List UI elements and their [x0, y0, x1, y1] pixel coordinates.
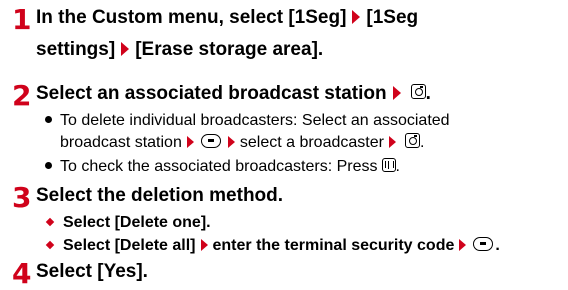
step-text-part: . — [425, 83, 431, 104]
phonebook-key-icon — [381, 157, 396, 172]
option-item: Select [Delete all] enter the terminal se… — [45, 236, 500, 256]
step-number: 4 — [12, 257, 32, 290]
diamond-bullet-icon — [45, 217, 55, 227]
arrow-icon — [392, 85, 401, 100]
step-number: 3 — [12, 181, 32, 214]
step-number: 1 — [12, 3, 32, 36]
bullet-icon — [45, 162, 52, 170]
step-text-part: [Erase storage area]. — [135, 39, 324, 60]
step-text: In the Custom menu, select [1Seg] [1Seg — [36, 6, 418, 30]
arrow-icon — [388, 135, 396, 148]
camera-key-icon — [410, 84, 426, 100]
step-text: settings] [Erase storage area]. — [36, 38, 323, 62]
option-text: enter the terminal security code — [212, 237, 455, 254]
list-item-text: To check the associated broadcasters: Pr… — [60, 158, 378, 175]
camera-key-icon — [404, 133, 420, 149]
step-text: Select [Yes]. — [36, 261, 148, 282]
option-text: Select [Delete all] — [63, 237, 196, 254]
step-text-part: [1Seg — [366, 7, 419, 28]
diamond-bullet-icon — [45, 240, 55, 250]
arrow-icon — [200, 238, 208, 251]
arrow-icon — [186, 135, 194, 148]
center-key-icon — [473, 236, 494, 251]
arrow-icon — [352, 9, 361, 24]
list-item-text: . — [395, 158, 400, 175]
option-text: Select [Delete one]. — [63, 214, 211, 231]
step-text-part: settings] — [36, 39, 116, 60]
step-number: 2 — [12, 79, 32, 112]
option-text: . — [495, 237, 500, 254]
option-item: Select [Delete one]. — [45, 213, 211, 233]
center-key-icon — [200, 133, 221, 148]
step-text-part: In the Custom menu, select [1Seg] — [36, 7, 347, 28]
arrow-icon — [121, 41, 130, 56]
step-text: Select an associated broadcast station. — [36, 82, 431, 106]
list-item-text: To delete individual broadcasters: Selec… — [60, 112, 450, 129]
step-text-part: Select an associated broadcast station — [36, 83, 387, 104]
list-item-text: . — [419, 134, 425, 151]
list-item: To check the associated broadcasters: Pr… — [45, 157, 400, 177]
list-item-text: broadcast station — [60, 134, 182, 151]
arrow-icon — [459, 238, 467, 251]
list-item: To delete individual broadcasters: Selec… — [45, 111, 450, 131]
list-item-continued: broadcast station select a broadcaster. — [60, 133, 424, 153]
list-item-text: select a broadcaster — [239, 134, 384, 151]
step-text: Select the deletion method. — [36, 185, 284, 206]
arrow-icon — [227, 135, 235, 148]
bullet-icon — [45, 116, 52, 124]
